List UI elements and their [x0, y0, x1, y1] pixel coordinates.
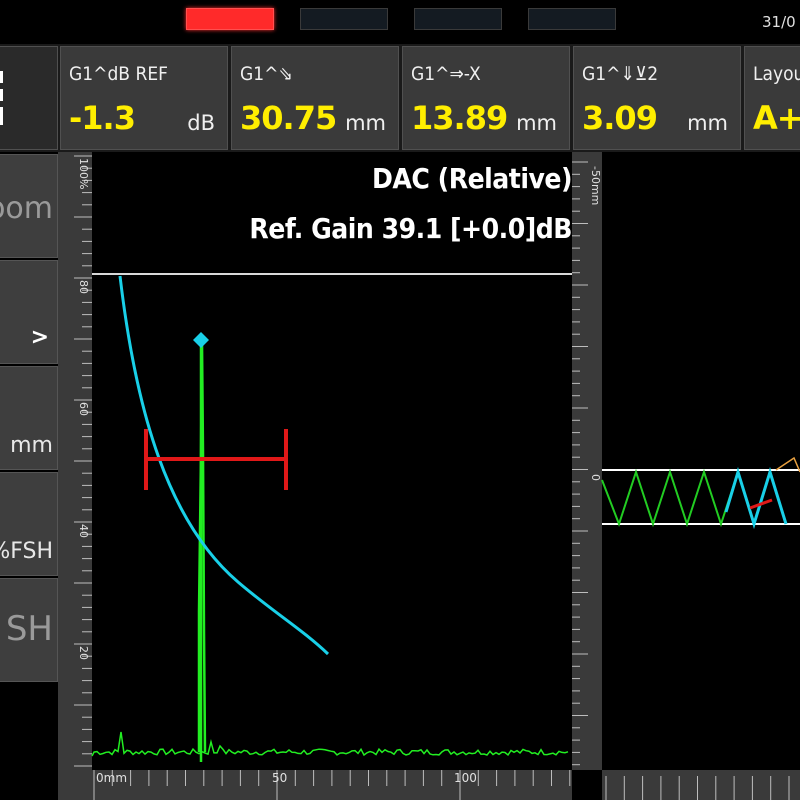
beam-path-highlight	[724, 466, 788, 530]
reading-unit: dB	[187, 111, 215, 135]
amplitude-tick-label: 100%	[77, 158, 90, 189]
reading-soundpath[interactable]: G1^⇘ 30.75 mm	[231, 46, 399, 150]
date-readout: 31/0	[762, 13, 796, 31]
ref-gain-label: Ref. Gain 39.1 [+0.0]dB	[249, 212, 572, 245]
amplitude-ruler	[58, 152, 92, 800]
unit-mm-button[interactable]: mm	[0, 366, 58, 470]
reading-label: G1^⇘	[240, 63, 293, 85]
reading-value: A+P	[753, 99, 800, 137]
depth-tick-label: 50	[272, 771, 287, 785]
reading-label: Layou	[753, 63, 800, 85]
sectional-scan-display[interactable]: -50mm 0	[572, 152, 800, 800]
reading-label: G1^dB REF	[69, 63, 168, 85]
settings-icon	[0, 71, 3, 125]
status-bar: 31/0	[0, 0, 800, 44]
depth-tick-label: 0mm	[96, 771, 127, 785]
status-indicator-active	[186, 8, 274, 30]
amplitude-tick-label: 40	[77, 524, 90, 538]
status-indicator-2	[300, 8, 388, 30]
reading-label: G1^⇓⊻2	[582, 63, 659, 85]
unit-fsh-button[interactable]: %FSH	[0, 472, 58, 576]
a-scan-display[interactable]: 100% 80 60 40 20 0mm 50 100 DAC (Relative) Ref…	[58, 152, 572, 800]
reading-label: G1^⇒-X	[411, 63, 481, 85]
reading-value: 3.09	[582, 99, 658, 137]
fsh-label: %FSH	[0, 539, 53, 564]
depth-tick-label: 100	[454, 771, 477, 785]
reading-value: 30.75	[240, 99, 337, 137]
depth-tick-label-right: 0	[589, 474, 602, 481]
side-menu: oom > mm %FSH SH	[0, 152, 58, 800]
reading-unit: mm	[516, 111, 557, 135]
status-indicator-4	[528, 8, 616, 30]
amplitude-tick-label: 20	[77, 646, 90, 660]
depth-ruler-right	[572, 152, 602, 770]
fsh-mode-button[interactable]: SH	[0, 578, 58, 682]
reading-unit: mm	[345, 111, 386, 135]
reading-db-ref[interactable]: G1^dB REF -1.3 dB	[60, 46, 228, 150]
reading-unit: mm	[687, 111, 728, 135]
reading-surface-distance[interactable]: G1^⇒-X 13.89 mm	[402, 46, 570, 150]
zoom-button[interactable]: oom	[0, 154, 58, 258]
amplitude-tick-label: 80	[77, 280, 90, 294]
submenu-button[interactable]: >	[0, 260, 58, 364]
menu-panel[interactable]	[0, 46, 58, 150]
amplitude-tick-label: 60	[77, 402, 90, 416]
reading-value: -1.3	[69, 99, 136, 137]
mm-label: mm	[10, 433, 53, 458]
reading-value: 13.89	[411, 99, 508, 137]
beam-path	[601, 468, 739, 528]
reading-layout[interactable]: Layou A+P	[744, 46, 800, 150]
zoom-label: oom	[0, 191, 53, 226]
chevron-right-icon: >	[30, 325, 49, 350]
dac-title: DAC (Relative)	[372, 162, 572, 195]
depth-tick-label-right: -50mm	[589, 166, 602, 205]
sh-label: SH	[5, 609, 53, 649]
reading-depth[interactable]: G1^⇓⊻2 3.09 mm	[573, 46, 741, 150]
status-indicator-3	[414, 8, 502, 30]
readings-bar: G1^dB REF -1.3 dB G1^⇘ 30.75 mm G1^⇒-X 1…	[0, 44, 800, 152]
